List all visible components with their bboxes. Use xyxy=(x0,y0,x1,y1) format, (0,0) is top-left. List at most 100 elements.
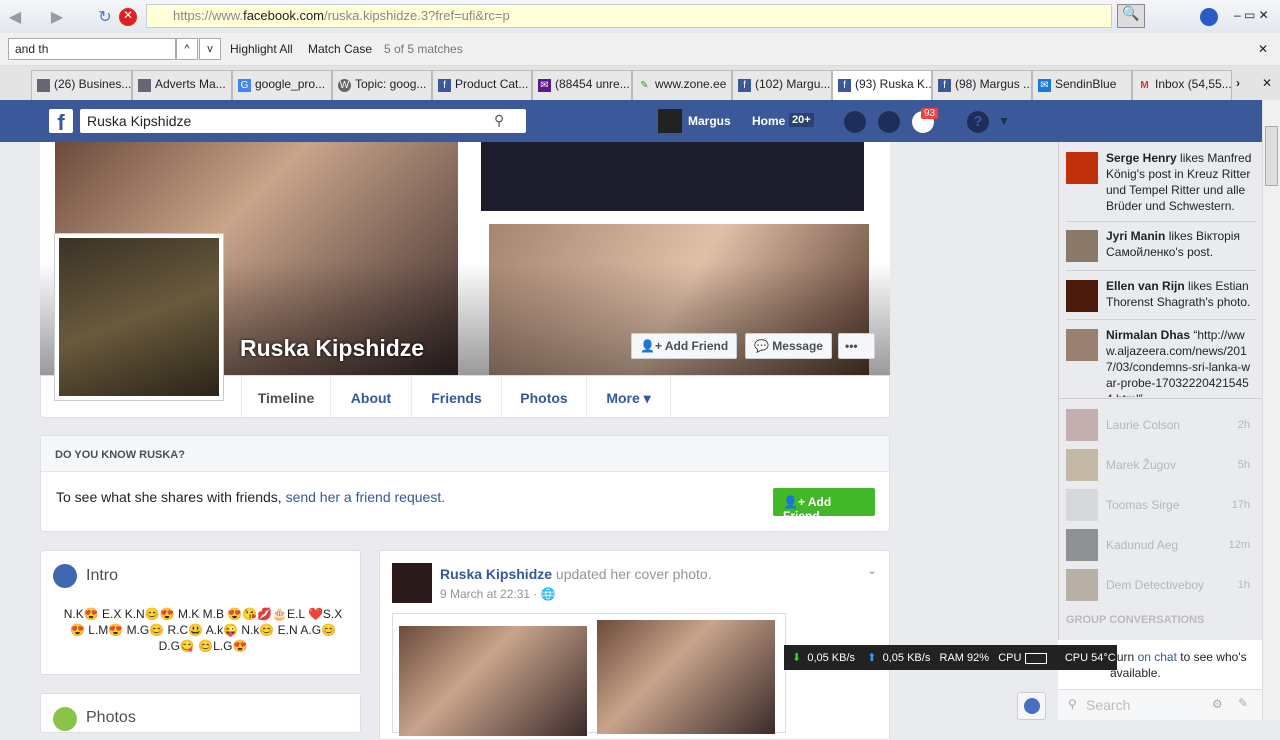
message-button[interactable]: 💬 Message xyxy=(745,333,832,359)
tab[interactable]: f (102) Margu... xyxy=(732,70,832,100)
browser-toolbar: ◀ ▶ ↻ ✕ https://www.facebook.com/ruska.k… xyxy=(0,0,1280,33)
chat-search-input[interactable]: Search xyxy=(1086,697,1130,713)
home-badge: 20+ xyxy=(789,113,814,127)
tab[interactable]: ✎ www.zone.ee xyxy=(632,70,732,100)
tab[interactable]: Ggoogle_pro... xyxy=(232,70,332,100)
tab[interactable]: f Product Cat... xyxy=(432,70,532,100)
profile-link[interactable]: Margus xyxy=(688,114,731,128)
friend-requests-icon[interactable] xyxy=(844,111,866,133)
tab[interactable]: ✉ (88454 unre... xyxy=(532,70,632,100)
gear-icon[interactable]: ⚙ xyxy=(1212,697,1223,711)
globe-icon[interactable] xyxy=(1017,692,1046,720)
highlight-all-button[interactable]: Highlight All xyxy=(230,42,293,56)
tab[interactable]: ✉ SendinBlue xyxy=(1032,70,1132,100)
forward-icon[interactable]: ▶ xyxy=(46,7,68,26)
tab-about[interactable]: About xyxy=(331,376,412,419)
facebook-logo[interactable]: f xyxy=(49,109,73,135)
reload-icon[interactable]: ↻ xyxy=(94,7,116,26)
sendinblue-icon: ✉ xyxy=(1038,79,1051,92)
close-find-icon[interactable]: ✕ xyxy=(1258,42,1268,56)
scrollbar-thumb[interactable] xyxy=(1265,126,1278,186)
notification-badge: 93 xyxy=(921,108,939,119)
chat-contact[interactable]: Toomas Sirge 17h xyxy=(1066,489,1256,521)
ticker-item[interactable]: Ellen van Rijn likes Estian Thorenst Sha… xyxy=(1066,278,1256,312)
globe-icon[interactable] xyxy=(1200,8,1218,26)
search-input[interactable]: Ruska Kipshidze xyxy=(80,109,526,133)
tab-label: (102) Margu... xyxy=(755,77,831,91)
settings-dropdown-icon[interactable]: ▼ xyxy=(998,114,1010,128)
find-prev-button[interactable]: ^ xyxy=(176,38,198,60)
tab[interactable]: Adverts Ma... xyxy=(132,70,232,100)
author-avatar[interactable] xyxy=(392,563,432,603)
help-icon[interactable]: ? xyxy=(967,111,989,133)
ticker-item[interactable]: Serge Henry likes Manfred König's post i… xyxy=(1066,150,1256,214)
chat-search-bar: ⚲ Search ⚙ ✎ xyxy=(1058,689,1262,720)
know-text: To see what she shares with friends, xyxy=(56,489,286,505)
find-input[interactable]: and th xyxy=(8,38,176,60)
compose-icon[interactable]: ✎ xyxy=(1238,696,1248,710)
tab[interactable]: f (98) Margus ... xyxy=(932,70,1032,100)
ticker-item[interactable]: Nirmalan Dhas “http://www.aljazeera.com/… xyxy=(1066,327,1256,397)
tab[interactable]: W Topic: goog... xyxy=(332,70,432,100)
avatar[interactable] xyxy=(658,109,682,133)
scrollbar[interactable] xyxy=(1262,100,1280,720)
photos-card: Photos xyxy=(40,693,361,733)
url-bar[interactable]: https://www.facebook.com/ruska.kipshidze… xyxy=(146,4,1112,28)
post-options-icon[interactable]: ⌄ xyxy=(867,563,877,577)
tab-friends[interactable]: Friends xyxy=(412,376,502,419)
tab-label: (26) Busines... xyxy=(54,77,132,91)
turn-on-chat-link[interactable]: on chat xyxy=(1138,650,1177,664)
intro-bio: N.K😍 E.X K.N😊😍 M.K M.B 😍😘💋🎂E.L ❤️S.X😍 L.… xyxy=(63,607,343,653)
avatar xyxy=(1066,152,1098,184)
cpu-label: CPU xyxy=(998,652,1022,664)
back-icon[interactable]: ◀ xyxy=(4,7,26,26)
add-friend-button[interactable]: 👤+ Add Friend xyxy=(773,488,875,523)
tab[interactable]: M Inbox (54,55... xyxy=(1132,70,1232,100)
tab[interactable]: (26) Busines... xyxy=(31,70,132,100)
messenger-icon[interactable] xyxy=(878,111,900,133)
google-icon: G xyxy=(238,79,251,92)
contact-name: Marek Žugov xyxy=(1106,458,1177,472)
match-case-button[interactable]: Match Case xyxy=(308,42,372,56)
window-controls[interactable]: – ▭ ✕ xyxy=(1234,8,1269,22)
post-date[interactable]: 9 March at 22:31 · 🌐 xyxy=(440,587,556,601)
facebook-header: f Ruska Kipshidze ⚲ Margus Home 20+ 93 ?… xyxy=(0,100,1262,142)
stop-icon[interactable]: ✕ xyxy=(119,8,137,26)
divider xyxy=(1066,221,1256,222)
chat-contact[interactable]: Laurie Colson 2h xyxy=(1066,409,1256,441)
chat-contact[interactable]: Marek Žugov 5h xyxy=(1066,449,1256,481)
search-icon[interactable]: 🔍 xyxy=(1117,4,1145,28)
chat-contact[interactable]: Dem Detectiveboy 1h xyxy=(1066,569,1256,601)
profile-picture[interactable] xyxy=(54,233,224,401)
contact-name: Dem Detectiveboy xyxy=(1106,578,1205,592)
ticker-name: Nirmalan Dhas xyxy=(1106,328,1191,342)
search-icon[interactable]: ⚲ xyxy=(494,112,504,129)
tab-more[interactable]: More ▾ xyxy=(587,376,671,419)
profile-name: Ruska Kipshidze xyxy=(240,335,425,361)
close-tab-icon[interactable]: ✕ xyxy=(1262,76,1272,90)
ticker-item[interactable]: Jyri Manin likes Вікторія Самойленко's p… xyxy=(1066,228,1256,262)
post-photo[interactable] xyxy=(392,613,786,736)
url-prefix: https://www. xyxy=(173,8,244,23)
search-icon: ⚲ xyxy=(1068,697,1077,711)
cpu-graph xyxy=(1024,652,1047,664)
avatar xyxy=(1066,280,1098,312)
tab-photos[interactable]: Photos xyxy=(502,376,587,419)
find-next-button[interactable]: v xyxy=(199,38,221,60)
more-options-button[interactable]: ••• xyxy=(838,333,875,359)
tab-active[interactable]: f (93) Ruska K... xyxy=(832,70,932,100)
add-friend-button[interactable]: 👤+ Add Friend xyxy=(631,333,738,359)
tab-timeline[interactable]: Timeline xyxy=(241,376,331,419)
friend-request-link[interactable]: send her a friend request. xyxy=(286,489,446,505)
tab-label: google_pro... xyxy=(255,77,326,91)
tabs-scroll-right-icon[interactable]: › xyxy=(1236,76,1240,90)
do-you-know-card: DO YOU KNOW RUSKA? To see what she share… xyxy=(40,435,890,532)
button-label: Message xyxy=(772,339,823,353)
last-active: 1h xyxy=(1237,579,1250,591)
tab-label: (98) Margus ... xyxy=(955,77,1032,91)
chat-contact[interactable]: Kadunud Aeg 12m xyxy=(1066,529,1256,561)
tab-label: Topic: goog... xyxy=(355,77,427,91)
post-author[interactable]: Ruska Kipshidze xyxy=(440,566,552,582)
avatar xyxy=(1066,449,1098,481)
home-link[interactable]: Home xyxy=(752,114,785,128)
